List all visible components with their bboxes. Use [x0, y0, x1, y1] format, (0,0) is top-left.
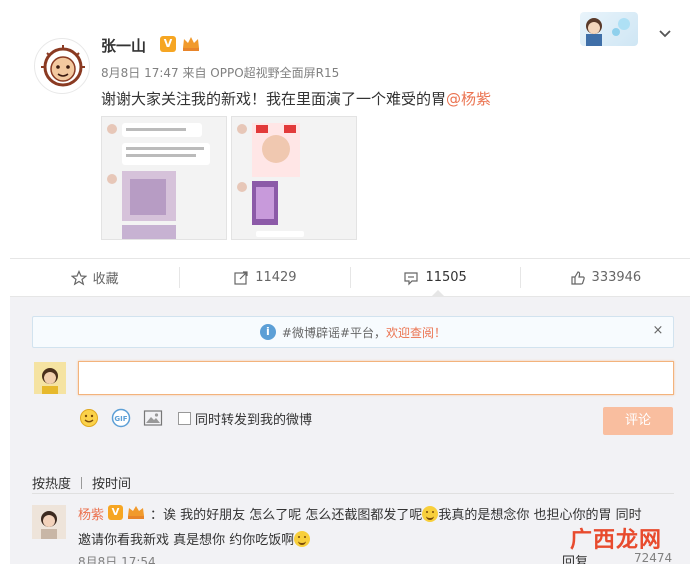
divider	[32, 493, 674, 494]
vip-crown-icon[interactable]	[181, 35, 201, 52]
emoji-icon	[294, 531, 311, 547]
comment-text-part: 邀请你看我新戏 真是想你 约你吃饭啊	[78, 533, 295, 548]
sync-repost-label[interactable]: 同时转发到我的微博	[195, 409, 312, 428]
image-icon[interactable]	[142, 407, 164, 429]
post-text: 谢谢大家关注我的新戏！我在里面演了一个难受的胃@杨紫	[101, 88, 491, 109]
comment-text-line1: ：诶 我的好朋友 怎么了呢 怎么还截图都发了呢 我真的是想念你 也担心你的胃 同时	[150, 504, 642, 523]
sync-repost-checkbox[interactable]	[178, 411, 191, 425]
rumor-notice: i #微博辟谣#平台， 欢迎查阅！ ×	[32, 316, 674, 348]
post-meta: 8月8日 17:47 来自 OPPO超视野全面屏R15	[101, 66, 340, 80]
emoji-icon	[422, 506, 439, 522]
repost-icon	[234, 270, 248, 285]
comment-icon	[404, 271, 419, 285]
action-bar: 收藏 11429 11505 333946	[10, 258, 690, 296]
sort-time-tab[interactable]: 按时间	[92, 473, 131, 492]
like-count: 333946	[591, 270, 642, 285]
comment-text-part: ：诶 我的好朋友 怎么了呢 怎么还截图都发了呢	[150, 508, 423, 523]
author-name[interactable]: 张一山	[101, 35, 146, 56]
gif-icon[interactable]: GIF	[110, 407, 132, 429]
mention-link[interactable]: @杨紫	[446, 90, 491, 108]
watermark: 广西龙网	[570, 528, 663, 553]
comment-time: 8月8日 17:54	[78, 555, 156, 564]
submit-comment-button[interactable]: 评论	[603, 407, 673, 435]
comment-text-part: 我真的是想念你 也担心你的胃 同时	[438, 508, 642, 523]
post-image[interactable]	[231, 116, 357, 240]
verified-v-icon[interactable]: V	[160, 36, 176, 52]
repost-button[interactable]: 11429	[180, 267, 351, 288]
favorite-label: 收藏	[92, 272, 119, 287]
thumbs-up-icon	[570, 270, 585, 285]
vip-crown-icon[interactable]	[126, 504, 146, 520]
star-icon	[70, 269, 87, 286]
comment-button[interactable]: 11505	[351, 267, 521, 288]
verified-v-icon[interactable]: V	[108, 505, 123, 520]
user-card-thumbnail[interactable]	[580, 12, 638, 46]
comment-input[interactable]	[78, 361, 674, 395]
emoji-icon[interactable]	[78, 407, 100, 429]
notice-text: #微博辟谣#平台，	[281, 325, 387, 340]
info-icon: i	[259, 324, 276, 340]
commenter-avatar[interactable]	[32, 505, 66, 539]
svg-text:GIF: GIF	[114, 415, 127, 423]
like-button[interactable]: 333946	[521, 267, 690, 288]
post-body: 谢谢大家关注我的新戏！我在里面演了一个难受的胃	[101, 90, 447, 108]
notice-link[interactable]: 欢迎查阅！	[386, 324, 446, 341]
sort-separator	[81, 476, 83, 489]
comment-count: 11505	[425, 270, 467, 285]
comment-text-line2: 邀请你看我新戏 真是想你 约你吃饭啊	[78, 529, 311, 548]
favorite-button[interactable]: 收藏	[10, 267, 181, 288]
repost-count: 11429	[255, 270, 297, 285]
weibo-post: 张一山 V 8月8日 17:47 来自 OPPO超视野全面屏R15 谢谢大家关注…	[0, 0, 700, 258]
sort-hot-tab[interactable]: 按热度	[32, 473, 71, 492]
composer-toolbar: GIF 同时转发到我的微博	[78, 407, 312, 429]
chevron-down-icon[interactable]	[657, 26, 673, 42]
post-image[interactable]	[101, 116, 227, 240]
close-icon[interactable]: ×	[651, 324, 665, 338]
my-avatar[interactable]	[34, 362, 66, 394]
commenter-name[interactable]: 杨紫	[78, 504, 104, 523]
author-avatar[interactable]	[34, 38, 90, 94]
sort-bar: 按热度 按时间	[32, 473, 131, 492]
